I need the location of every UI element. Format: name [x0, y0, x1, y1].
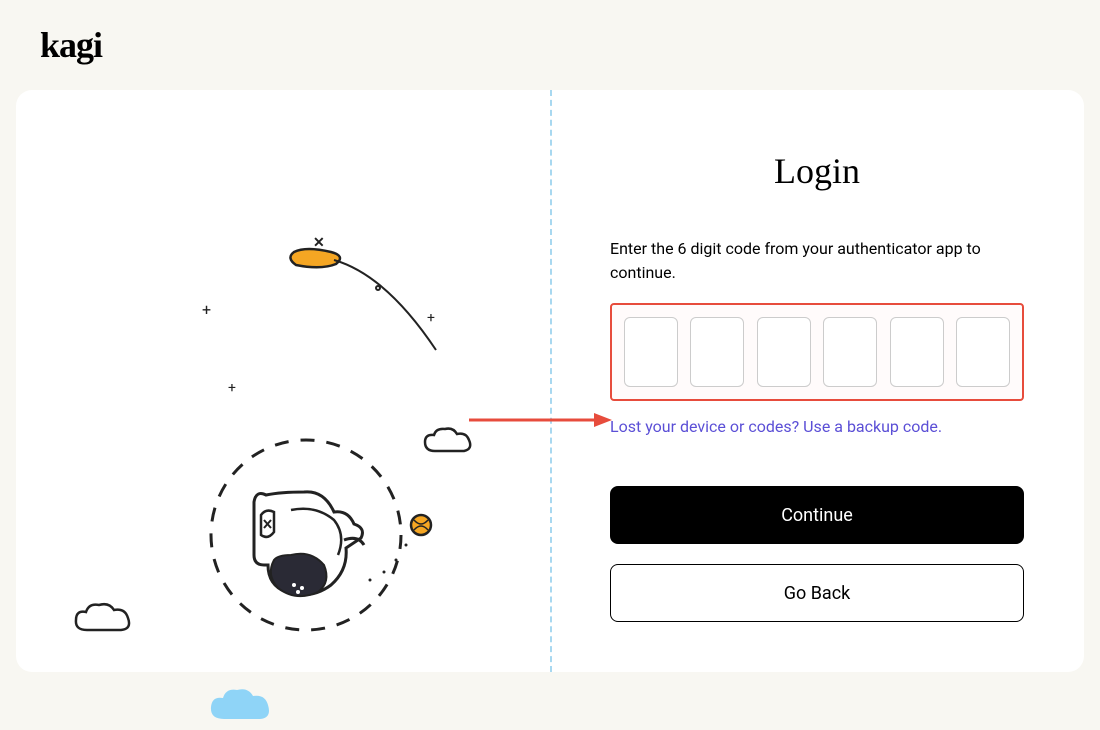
go-back-button[interactable]: Go Back — [610, 564, 1024, 622]
instruction-text: Enter the 6 digit code from your authent… — [610, 237, 1024, 285]
page-title: Login — [610, 150, 1024, 192]
decoration-plus: + — [228, 380, 236, 396]
decoration-x: ✕ — [313, 235, 325, 251]
otp-digit-5[interactable] — [890, 317, 944, 387]
otp-digit-1[interactable] — [624, 317, 678, 387]
otp-digit-2[interactable] — [690, 317, 744, 387]
otp-digit-3[interactable] — [757, 317, 811, 387]
brand-logo: kagi — [40, 24, 1060, 66]
cloud-icon — [206, 685, 276, 730]
cloud-icon — [71, 600, 136, 640]
comet-illustration — [276, 240, 456, 360]
login-form-panel: Login Enter the 6 digit code from your a… — [550, 90, 1084, 672]
otp-digit-4[interactable] — [823, 317, 877, 387]
illustration-panel: + ✕ + + — [16, 90, 550, 672]
backup-code-link[interactable]: Lost your device or codes? Use a backup … — [610, 417, 942, 436]
decoration-dot — [375, 285, 381, 291]
decoration-plus: + — [202, 300, 211, 319]
vertical-divider — [550, 90, 552, 672]
login-card: + ✕ + + — [16, 90, 1084, 672]
dog-illustration — [196, 420, 446, 670]
otp-input-group — [610, 303, 1024, 401]
decoration-plus: + — [427, 310, 435, 326]
continue-button[interactable]: Continue — [610, 486, 1024, 544]
annotation-arrow — [464, 410, 614, 430]
otp-digit-6[interactable] — [956, 317, 1010, 387]
